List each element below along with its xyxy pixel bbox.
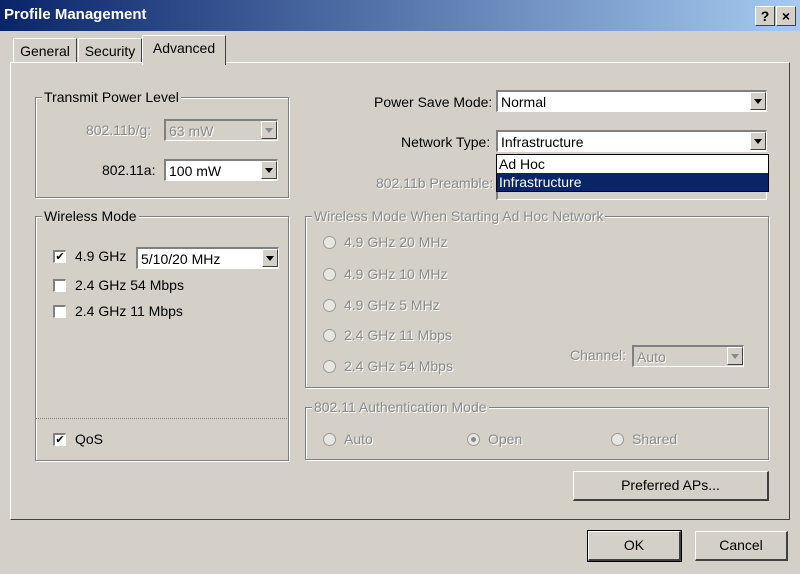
network-type-select[interactable]: Infrastructure [496,130,767,152]
adhoc-label-24-11: 2.4 GHz 11 Mbps [344,327,452,343]
preferred-aps-button[interactable]: Preferred APs... [573,471,769,501]
chevron-down-icon [262,249,278,267]
auth-label-open: Open [488,431,523,447]
adhoc-radio-49-10[interactable] [323,268,336,281]
chevron-down-icon [750,92,766,110]
chevron-down-icon [261,121,277,139]
wireless-mode-legend: Wireless Mode [42,208,139,224]
auth-mode-legend: 802.11 Authentication Mode [312,399,489,415]
auth-radio-open[interactable] [467,433,480,446]
adhoc-label-24-54: 2.4 GHz 54 Mbps [344,358,453,374]
chevron-down-icon [261,161,277,179]
close-button[interactable]: × [776,6,796,26]
a-power-select[interactable]: 100 mW [164,159,278,181]
power-save-label: Power Save Mode: [374,94,493,110]
bg-power-select[interactable]: 63 mW [164,119,278,141]
ok-button[interactable]: OK [587,530,682,562]
chevron-down-icon [750,132,766,150]
title-bar: Profile Management ? × [0,0,800,31]
ghz24-54-label: 2.4 GHz 54 Mbps [75,277,184,293]
adhoc-label-49-10: 4.9 GHz 10 MHz [344,266,448,282]
tab-general[interactable]: General [13,38,77,63]
window-title: Profile Management [4,6,147,23]
qos-checkbox[interactable]: ✔ [53,433,66,446]
ghz24-54-checkbox[interactable] [53,279,66,292]
adhoc-radio-24-11[interactable] [323,329,336,342]
bg-power-label: 802.11b/g: [86,122,152,138]
auth-label-auto: Auto [344,431,373,447]
adhoc-radio-24-54[interactable] [323,360,336,373]
preamble-label: 802.11b Preamble: [376,175,494,191]
adhoc-radio-49-20[interactable] [323,236,336,249]
cancel-button[interactable]: Cancel [695,531,788,561]
a-power-label: 802.11a: [102,162,156,178]
ghz49-bandwidth-select[interactable]: 5/10/20 MHz [136,247,279,269]
wireless-mode-divider [36,418,287,419]
tab-security[interactable]: Security [78,38,142,63]
power-save-select[interactable]: Normal [496,90,767,112]
dropdown-option-infrastructure[interactable]: Infrastructure [497,173,768,191]
adhoc-label-49-5: 4.9 GHz 5 MHz [344,297,440,313]
adhoc-radio-49-5[interactable] [323,299,336,312]
transmit-power-legend: Transmit Power Level [42,89,181,105]
adhoc-label-49-20: 4.9 GHz 20 MHz [344,234,448,250]
ghz24-11-label: 2.4 GHz 11 Mbps [75,303,183,319]
channel-label: Channel: [570,347,627,363]
chevron-down-icon [727,347,743,365]
tab-advanced[interactable]: Advanced [142,35,226,65]
help-button[interactable]: ? [755,6,775,26]
adhoc-mode-legend: Wireless Mode When Starting Ad Hoc Netwo… [312,208,606,224]
auth-radio-auto[interactable] [323,433,336,446]
channel-select[interactable]: Auto [632,345,744,367]
ghz24-11-checkbox[interactable] [53,305,66,318]
network-type-dropdown: Ad Hoc Infrastructure [496,154,769,192]
ghz49-checkbox[interactable]: ✔ [53,250,66,263]
qos-label: QoS [75,431,104,447]
dropdown-option-adhoc[interactable]: Ad Hoc [497,155,768,173]
auth-radio-shared[interactable] [611,433,624,446]
auth-label-shared: Shared [632,431,678,447]
transmit-power-group [35,97,289,198]
ghz49-label: 4.9 GHz [75,248,127,264]
network-type-label: Network Type: [401,134,491,150]
